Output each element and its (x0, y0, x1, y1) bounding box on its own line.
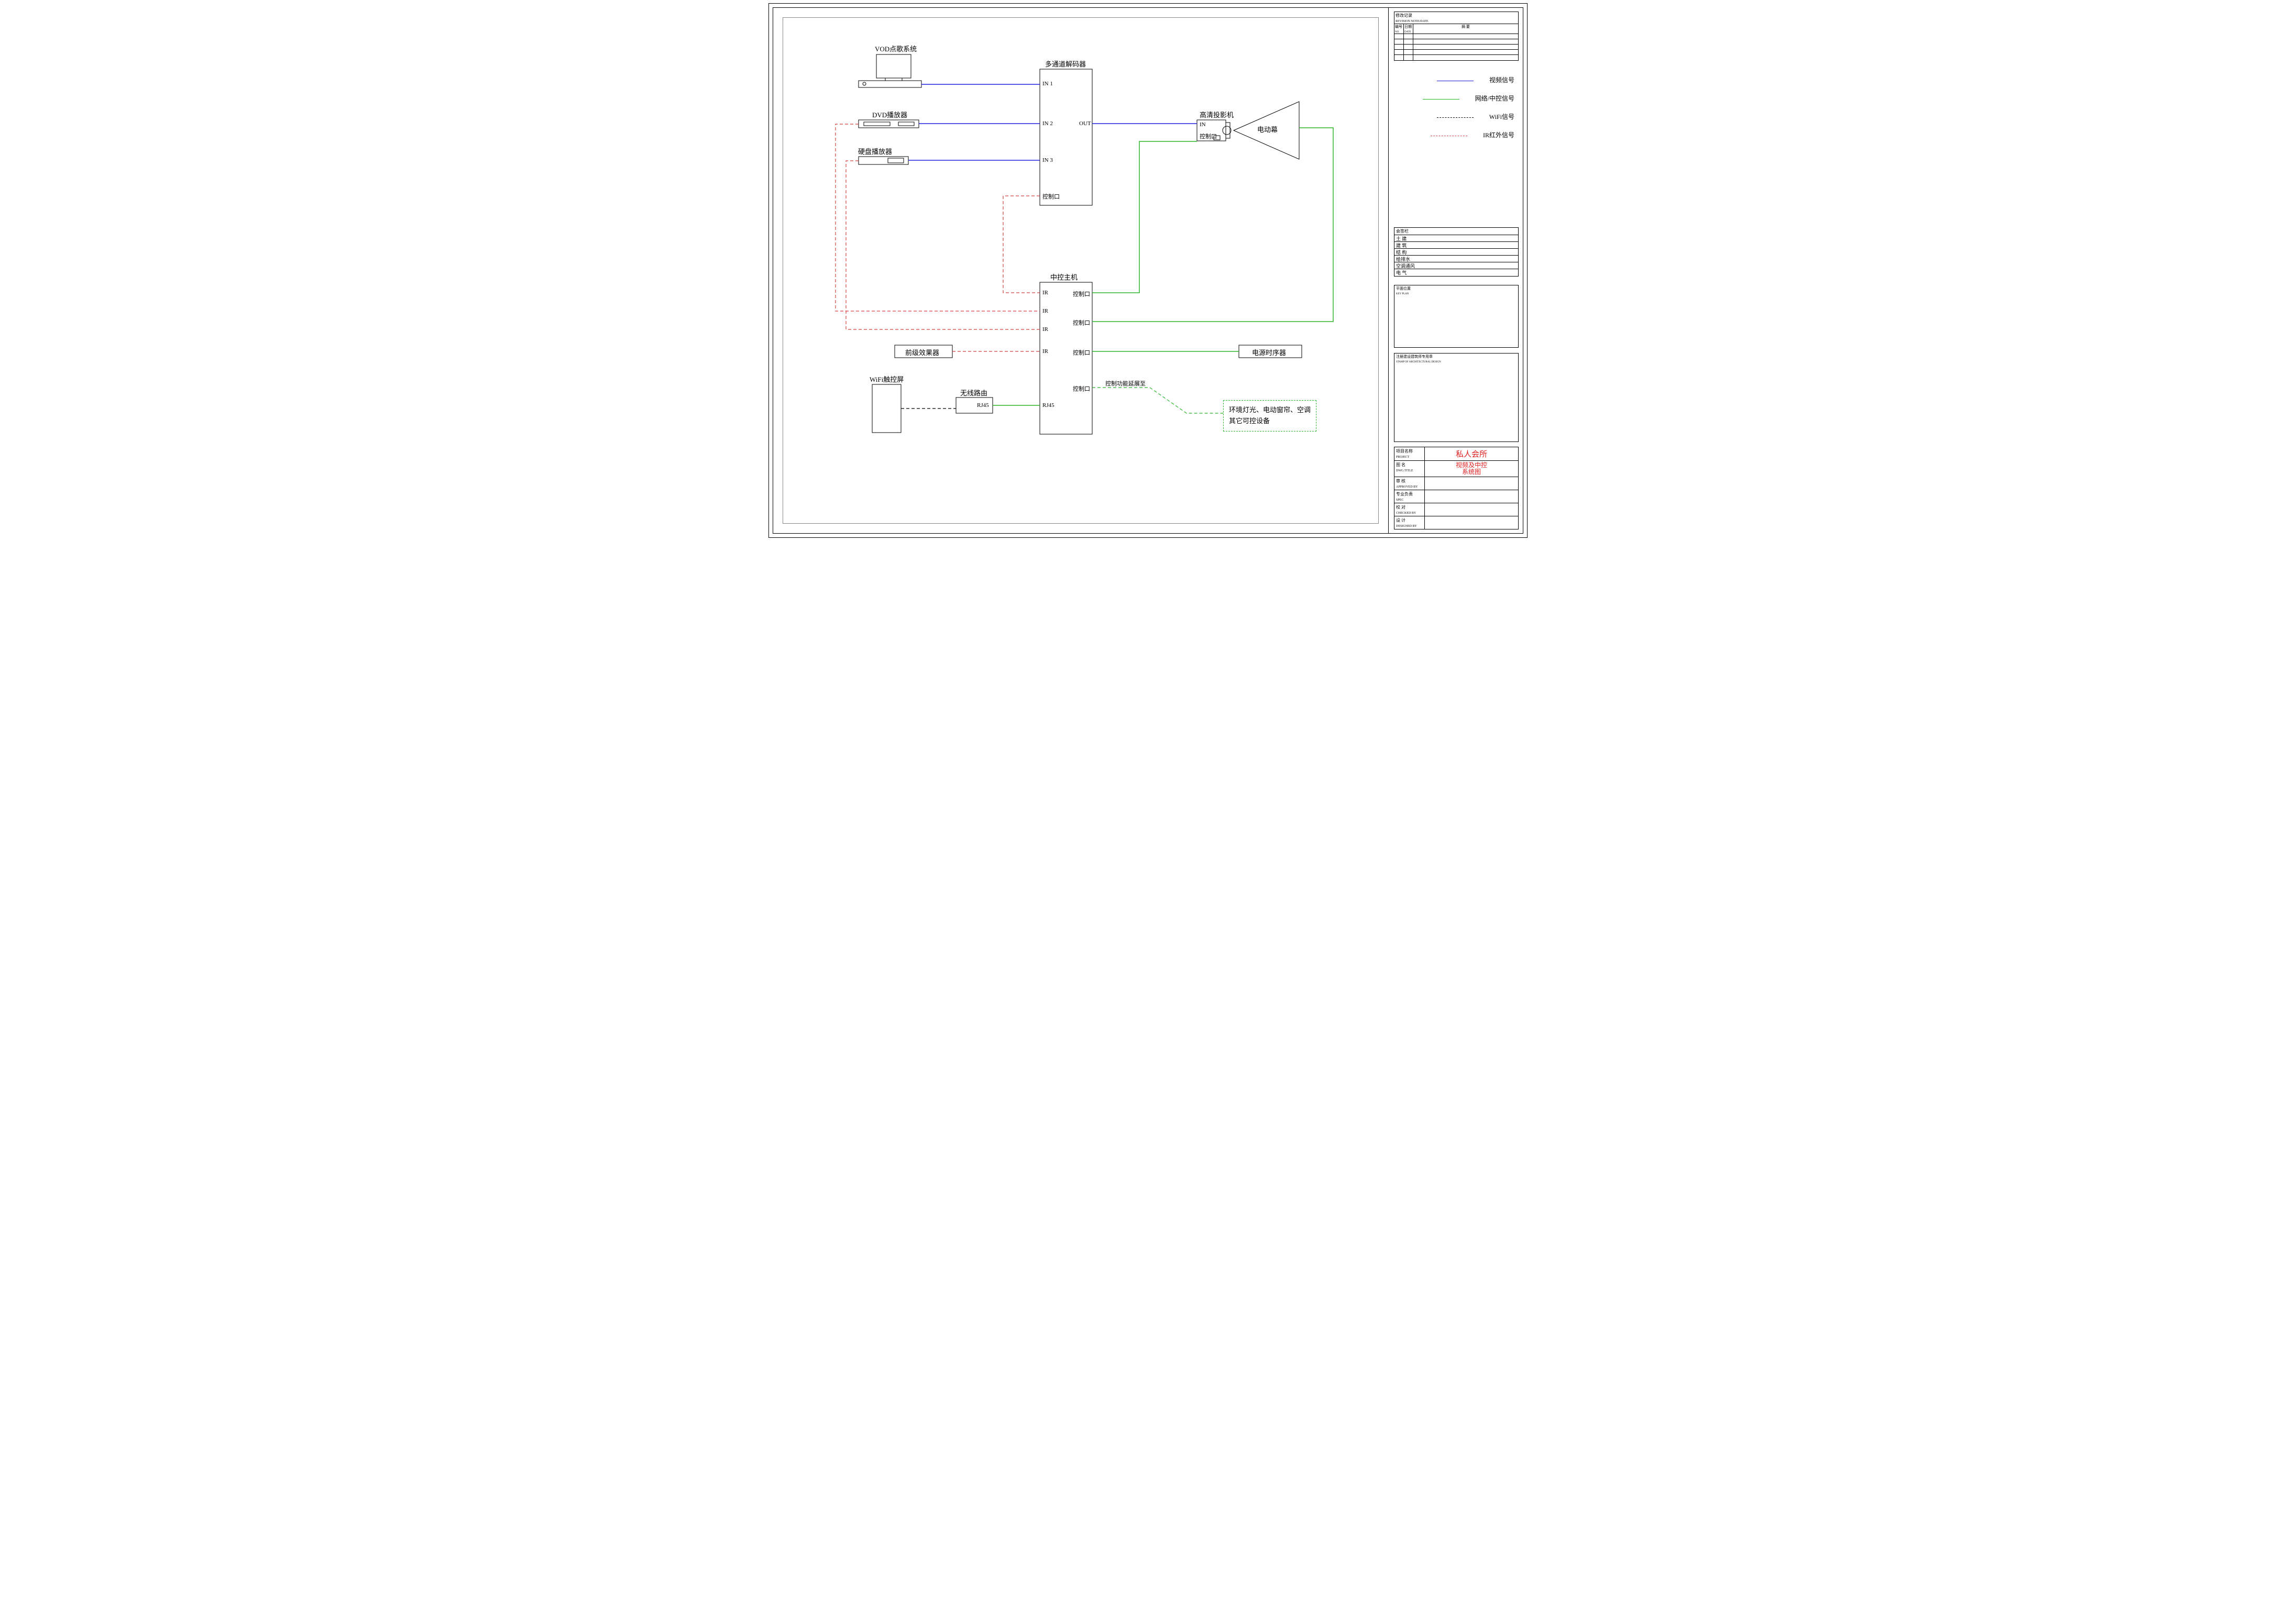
drawing-canvas: VOD点歌系统 DVD播放器 硬盘播放器 多通道解码器 IN 1 IN 2 IN… (783, 17, 1379, 524)
keyplan-box: 平面位置 KEY PLAN (1394, 285, 1519, 348)
router-port: RJ45 (977, 402, 989, 408)
dwg-en: DWG.TITLE (1396, 469, 1413, 472)
sig-row-4: 空调通风 (1394, 262, 1518, 269)
dwg-line2: 系统图 (1426, 469, 1517, 476)
ctrl-c2: 控制口 (1073, 318, 1090, 327)
stamp-label: 注册建设建筑师专用章 (1396, 355, 1433, 359)
legend-ir: IR红外信号 (1404, 130, 1514, 139)
projector-ctrl: 控制口 (1200, 132, 1217, 140)
sig-row-5: 电 气 (1394, 269, 1518, 276)
design-en: DESIGNED BY (1396, 525, 1417, 528)
sig-row-1: 建 筑 (1394, 242, 1518, 249)
ctrl-ir4: IR (1042, 348, 1048, 355)
extension-note: 控制功能延展至 (1105, 379, 1146, 388)
ir-lines (836, 124, 1040, 351)
project-table: 项目名称PROJECT 私人会所 图 名DWG.TITLE 视频及中控 系统图 … (1394, 447, 1519, 529)
revision-hdr: 修改记录 (1396, 13, 1412, 18)
spec-en: SPEC (1396, 499, 1403, 502)
dvd-icon (859, 120, 919, 128)
legend-video-text: 视频信号 (1489, 76, 1514, 84)
signature-block: 会签栏 土 建 建 筑 结 构 给排水 空调通风 电 气 (1394, 227, 1519, 277)
title-panel: 修改记录 REVISION NOTE/DATE 编号 NO. 日期 DATE 摘 要… (1388, 7, 1523, 534)
wifi-panel-icon (872, 384, 901, 433)
spec-lbl: 专业负责 (1396, 492, 1413, 496)
legend-net-text: 网络/中控信号 (1475, 95, 1514, 102)
hdd-icon (859, 157, 908, 164)
decoder-out: OUT (1079, 120, 1091, 127)
project-en: PROJECT (1396, 456, 1409, 459)
keyplan-en: KEY PLAN (1396, 293, 1409, 295)
legend-video: 视频信号 (1404, 75, 1514, 84)
approve-en: APPROVED BY (1396, 485, 1418, 489)
dwg-line1: 视频及中控 (1426, 462, 1517, 469)
drawing-sheet: VOD点歌系统 DVD播放器 硬盘播放器 多通道解码器 IN 1 IN 2 IN… (765, 0, 1531, 541)
controller-box (1040, 282, 1092, 434)
sequencer-label: 电源时序器 (1252, 347, 1286, 357)
ctrl-ir3: IR (1042, 326, 1048, 333)
projector-title: 高清投影机 (1200, 109, 1234, 119)
hdd-label: 硬盘播放器 (858, 146, 892, 156)
preamp-label: 前级效果器 (905, 347, 939, 357)
net-lines (993, 128, 1333, 405)
wiring-svg (783, 18, 1379, 524)
extension-box: 环境灯光、电动窗帘、空调 其它可控设备 (1223, 400, 1316, 432)
project-val: 私人会所 (1425, 447, 1518, 460)
legend-wifi-text: WiFi信号 (1489, 113, 1514, 120)
extension-line1: 环境灯光、电动窗帘、空调 (1229, 405, 1311, 416)
sig-row-3: 给排水 (1394, 256, 1518, 262)
decoder-in1: IN 1 (1042, 81, 1053, 87)
legend-wifi: WiFi信号 (1404, 112, 1514, 121)
projector-in: IN (1200, 122, 1206, 128)
keyplan-label: 平面位置 (1396, 286, 1411, 291)
approve-lbl: 审 核 (1396, 479, 1405, 483)
dvd-label: DVD播放器 (872, 109, 907, 119)
ctrl-ir2: IR (1042, 308, 1048, 314)
design-lbl: 设 计 (1396, 518, 1405, 523)
decoder-box (1040, 69, 1092, 205)
revision-hdr-en: REVISION NOTE/DATE (1396, 20, 1429, 23)
ctrl-c1: 控制口 (1073, 290, 1090, 298)
check-en: CHECKED BY (1396, 512, 1416, 515)
vod-icon (859, 54, 921, 87)
stamp-en: STAMP OF ARCHITECTURAL DESIGN (1396, 361, 1441, 363)
col-desc: 摘 要 (1462, 25, 1470, 29)
decoder-in3: IN 3 (1042, 157, 1053, 163)
ctrl-c3: 控制口 (1073, 348, 1090, 357)
ctrl-ir1: IR (1042, 290, 1048, 296)
check-lbl: 校 对 (1396, 505, 1405, 510)
sig-hdr: 会签栏 (1394, 228, 1518, 235)
controller-title: 中控主机 (1050, 272, 1078, 282)
col-date: 日期 (1404, 25, 1412, 29)
screen-label: 电动幕 (1257, 124, 1278, 134)
ctrl-c4: 控制口 (1073, 384, 1090, 393)
extension-line (1092, 388, 1223, 413)
wifi-panel-label: WiFi触控屏 (870, 374, 904, 384)
col-no-en: NO. (1395, 31, 1399, 34)
router-title: 无线路由 (960, 388, 987, 398)
dwg-lbl: 图 名 (1396, 462, 1405, 467)
decoder-in2: IN 2 (1042, 120, 1053, 127)
decoder-title: 多通道解码器 (1045, 59, 1086, 69)
legend-net: 网络/中控信号 (1404, 94, 1514, 103)
col-date-en: DATE (1404, 31, 1411, 34)
col-no: 编号 (1395, 25, 1402, 29)
sig-row-0: 土 建 (1394, 235, 1518, 242)
ctrl-rj45: RJ45 (1042, 402, 1054, 408)
decoder-ctrl: 控制口 (1042, 192, 1060, 201)
vod-label: VOD点歌系统 (875, 43, 917, 53)
legend-ir-text: IR红外信号 (1483, 131, 1514, 139)
project-lbl: 项目名称 (1396, 449, 1413, 454)
revision-table: 修改记录 REVISION NOTE/DATE 编号 NO. 日期 DATE 摘 要 (1394, 12, 1519, 61)
extension-line2: 其它可控设备 (1229, 416, 1311, 427)
sig-row-2: 结 构 (1394, 249, 1518, 256)
stamp-box: 注册建设建筑师专用章 STAMP OF ARCHITECTURAL DESIGN (1394, 353, 1519, 442)
